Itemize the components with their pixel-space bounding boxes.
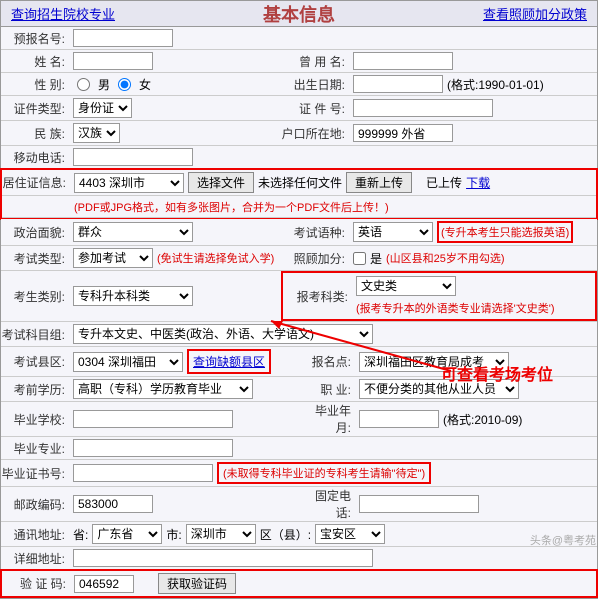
gradyear-label: 毕业年月: xyxy=(301,402,357,436)
birth-label: 出生日期: xyxy=(281,76,351,93)
reupload-button[interactable]: 重新上传 xyxy=(346,172,412,193)
examtype-select[interactable]: 参加考试 xyxy=(73,248,153,268)
gradmajor-input[interactable] xyxy=(73,439,233,457)
examlang-hint: (专升本考生只能选报英语) xyxy=(437,221,573,243)
examlang-select[interactable]: 英语 xyxy=(353,222,433,242)
residence-select[interactable]: 4403 深圳市 xyxy=(74,173,184,193)
query-majors-link[interactable]: 查询招生院校专业 xyxy=(1,4,125,23)
female-text: 女 xyxy=(139,76,151,93)
birth-hint: (格式:1990-01-01) xyxy=(447,76,544,93)
tel-input[interactable] xyxy=(359,495,479,513)
subjgroup-label: 考试科目组: xyxy=(1,326,71,343)
residence-label: 居住证信息: xyxy=(2,174,72,191)
gender-male-radio[interactable] xyxy=(77,78,90,91)
seat-annotation: 可查看考场考位 xyxy=(441,361,553,385)
gradmajor-label: 毕业专业: xyxy=(1,440,71,457)
birth-input[interactable] xyxy=(353,75,443,93)
tel-label: 固定电话: xyxy=(301,487,357,521)
candidate-label: 考生类别: xyxy=(1,288,71,305)
gradcert-label: 毕业证书号: xyxy=(1,465,71,482)
city-prefix: 市: xyxy=(166,526,181,543)
query-quota-button[interactable]: 查询缺额县区 xyxy=(187,349,271,374)
site-label: 报名点: xyxy=(301,353,357,370)
political-select[interactable]: 群众 xyxy=(73,222,193,242)
gradyear-hint: (格式:2010-09) xyxy=(443,411,522,428)
examtype-hint: (免试生请选择免试入学) xyxy=(157,250,274,266)
idno-label: 证 件 号: xyxy=(281,100,351,117)
subject-label: 报考科类: xyxy=(284,288,354,305)
political-label: 政治面貌: xyxy=(1,224,71,241)
subject-select[interactable]: 文史类 xyxy=(356,276,456,296)
gradschool-input[interactable] xyxy=(73,410,233,428)
bonus-hint: (山区县和25岁不用勾选) xyxy=(386,250,505,266)
postal-label: 邮政编码: xyxy=(1,496,71,513)
addr-label: 通讯地址: xyxy=(1,526,71,543)
dist-select[interactable]: 宝安区 xyxy=(315,524,385,544)
ethnic-label: 民 族: xyxy=(1,125,71,142)
candidate-select[interactable]: 专科升本科类 xyxy=(73,286,193,306)
ethnic-select[interactable]: 汉族 xyxy=(73,123,120,143)
mobile-input[interactable] xyxy=(73,148,193,166)
preedu-select[interactable]: 高职（专科）学历教育毕业 xyxy=(73,379,253,399)
alias-label: 曾 用 名: xyxy=(281,53,351,70)
bonus-checkbox[interactable] xyxy=(353,252,366,265)
examlang-label: 考试语种: xyxy=(281,224,351,241)
gender-label: 性 别: xyxy=(1,76,71,93)
download-link[interactable]: 下载 xyxy=(466,174,490,191)
bonus-cb-text: 是 xyxy=(370,250,382,267)
city-select[interactable]: 深圳市 xyxy=(186,524,256,544)
prereg-label: 预报名号: xyxy=(1,30,71,47)
dist-prefix: 区（县）: xyxy=(260,526,311,543)
district-select[interactable]: 0304 深圳福田 xyxy=(73,352,183,372)
watermark: 头条@粤考苑 xyxy=(530,532,596,548)
gradcert-hint: (未取得专科毕业证的专科考生请输"待定") xyxy=(217,462,431,484)
gradcert-input[interactable] xyxy=(73,464,213,482)
addr2-label: 详细地址: xyxy=(1,550,71,567)
prereg-input[interactable] xyxy=(73,29,173,47)
page-title: 基本信息 xyxy=(125,1,473,27)
idtype-label: 证件类型: xyxy=(1,100,71,117)
gender-female-radio[interactable] xyxy=(118,78,131,91)
hukou-input[interactable] xyxy=(353,124,453,142)
idtype-select[interactable]: 身份证 xyxy=(73,98,132,118)
male-text: 男 xyxy=(98,76,110,93)
gradschool-label: 毕业学校: xyxy=(1,411,71,428)
uploaded-text: 已上传 xyxy=(426,174,462,191)
examtype-label: 考试类型: xyxy=(1,250,71,267)
gradyear-input[interactable] xyxy=(359,410,439,428)
captcha-input[interactable] xyxy=(74,575,134,593)
alias-input[interactable] xyxy=(353,52,453,70)
postal-input[interactable] xyxy=(73,495,153,513)
prov-select[interactable]: 广东省 xyxy=(92,524,162,544)
bonus-policy-link[interactable]: 查看照顾加分政策 xyxy=(473,4,597,23)
residence-hint: (PDF或JPG格式，如有多张图片，合并为一个PDF文件后上传！) xyxy=(74,199,389,215)
job-label: 职 业: xyxy=(301,381,357,398)
prov-prefix: 省: xyxy=(73,526,88,543)
subjgroup-select[interactable]: 专升本文史、中医类(政治、外语、大学语文) xyxy=(73,324,373,344)
no-file-text: 未选择任何文件 xyxy=(258,174,342,191)
captcha-label: 验 证 码: xyxy=(2,575,72,592)
addr2-input[interactable] xyxy=(73,549,373,567)
subject-hint: (报考专升本的外语类专业请选择'文史类') xyxy=(356,300,555,316)
bonus-label: 照顾加分: xyxy=(281,250,351,267)
name-label: 姓 名: xyxy=(1,53,71,70)
hukou-label: 户口所在地: xyxy=(281,125,351,142)
district-label: 考试县区: xyxy=(1,353,71,370)
preedu-label: 考前学历: xyxy=(1,381,71,398)
choose-file-button[interactable]: 选择文件 xyxy=(188,172,254,193)
idno-input[interactable] xyxy=(353,99,493,117)
mobile-label: 移动电话: xyxy=(1,149,71,166)
name-input[interactable] xyxy=(73,52,153,70)
get-captcha-button[interactable]: 获取验证码 xyxy=(158,573,236,594)
